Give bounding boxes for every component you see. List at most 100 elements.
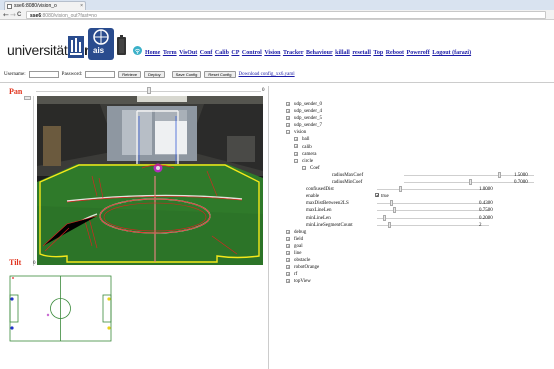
- save-config-button[interactable]: Save Config: [171, 71, 202, 78]
- menu-link[interactable]: VisOut: [179, 50, 197, 56]
- tilt-slider[interactable]: [33, 96, 34, 266]
- tree-node-label: udp_sender_5: [294, 116, 323, 122]
- back-arrow-icon[interactable]: ←: [3, 11, 9, 19]
- param-slider-thumb[interactable]: [392, 207, 396, 214]
- tree-node[interactable]: + goal: [286, 243, 548, 250]
- pan-label: Pan: [9, 87, 23, 96]
- param-slider[interactable]: [377, 186, 489, 193]
- param-slider[interactable]: [377, 200, 489, 207]
- field-map[interactable]: [7, 273, 119, 345]
- close-tab-icon[interactable]: ×: [80, 3, 83, 9]
- menu-link[interactable]: Tracker: [283, 50, 304, 56]
- param-slider-thumb[interactable]: [469, 179, 472, 186]
- tree-node[interactable]: + robotOrange: [286, 264, 548, 271]
- reload-icon[interactable]: C: [17, 11, 21, 19]
- config-param-row: maxDistBetween2LS 0.4300: [286, 200, 548, 207]
- tree-node[interactable]: + udp_sender_4: [286, 108, 548, 115]
- deploy-button[interactable]: Deploy: [144, 71, 165, 78]
- url-field[interactable]: sse6:8080/vision_out?fast=no: [26, 11, 546, 19]
- expand-icon[interactable]: +: [286, 279, 290, 284]
- expand-icon[interactable]: +: [286, 257, 290, 262]
- menu-link[interactable]: Reboot: [386, 50, 404, 56]
- pan-slider-thumb[interactable]: [146, 87, 151, 94]
- expand-icon[interactable]: +: [294, 137, 298, 142]
- tree-node[interactable]: + udp_sender_0: [286, 101, 548, 108]
- expand-icon[interactable]: +: [294, 144, 298, 149]
- password-input[interactable]: [85, 71, 116, 78]
- tree-node[interactable]: + rf: [286, 271, 548, 278]
- username-label: Username:: [4, 72, 26, 77]
- expand-icon[interactable]: +: [286, 250, 290, 255]
- menu-link[interactable]: Top: [373, 50, 383, 56]
- forward-arrow-icon[interactable]: →: [10, 11, 16, 19]
- tree-node[interactable]: + ball: [286, 136, 548, 143]
- param-slider[interactable]: [377, 214, 489, 221]
- config-param-row: radiusMaxCoef 1.5000: [286, 171, 548, 179]
- menu-link[interactable]: Home: [145, 50, 160, 56]
- tree-node[interactable]: − circle: [286, 158, 548, 165]
- tree-node[interactable]: + debug: [286, 229, 548, 236]
- tree-node[interactable]: + camera: [286, 151, 548, 158]
- menu-link[interactable]: killall: [335, 50, 350, 56]
- menu-link[interactable]: Term: [163, 50, 177, 56]
- tree-node[interactable]: + topView: [286, 278, 548, 285]
- menu-link[interactable]: Vision: [264, 50, 280, 56]
- param-slider-thumb[interactable]: [399, 186, 403, 193]
- param-slider-thumb[interactable]: [388, 221, 392, 228]
- expand-icon[interactable]: +: [294, 151, 298, 156]
- expand-icon[interactable]: +: [286, 116, 290, 121]
- param-slider-thumb[interactable]: [390, 200, 394, 207]
- collapse-icon[interactable]: −: [294, 158, 298, 163]
- page-favicon-icon: [7, 4, 12, 9]
- browser-tab[interactable]: sse6:8080/vision_o ×: [4, 1, 86, 10]
- ais-logo: ais: [88, 28, 114, 60]
- tree-node[interactable]: + field: [286, 236, 548, 243]
- tree-node-label: udp_sender_0: [294, 102, 323, 107]
- menu-link[interactable]: Poweroff: [407, 50, 430, 56]
- menu-link[interactable]: Calib: [215, 50, 229, 56]
- config-param-row: enable ✔ true: [286, 193, 548, 200]
- param-slider-thumb[interactable]: [497, 171, 501, 178]
- collapse-icon[interactable]: −: [302, 165, 306, 170]
- expand-icon[interactable]: +: [286, 272, 290, 277]
- expand-icon[interactable]: +: [286, 229, 290, 234]
- param-slider[interactable]: [377, 221, 489, 228]
- collapse-icon[interactable]: −: [286, 130, 290, 135]
- enable-checkbox[interactable]: ✔: [375, 193, 379, 198]
- menu-link[interactable]: CP: [231, 50, 239, 56]
- tree-node[interactable]: + udp_sender_7: [286, 122, 548, 129]
- menu-link[interactable]: Behaviour: [306, 50, 333, 56]
- menu-link[interactable]: resetall: [352, 50, 371, 56]
- camera-view[interactable]: [37, 96, 263, 265]
- expand-icon[interactable]: +: [286, 265, 290, 270]
- tree-node-label: topView: [294, 279, 311, 285]
- tree-node[interactable]: + obstacle: [286, 257, 548, 264]
- param-label: confiusedDist: [306, 187, 334, 193]
- tree-node-label: goal: [294, 243, 303, 249]
- config-param-row: maxLineLen 0.7500: [286, 207, 548, 214]
- menu-link[interactable]: Control: [242, 50, 262, 56]
- tree-node-label: robotOrange: [294, 265, 320, 271]
- tilt-slider-thumb[interactable]: [24, 96, 31, 100]
- menu-link[interactable]: Conf: [200, 50, 213, 56]
- retrieve-button[interactable]: Retrieve: [118, 71, 142, 78]
- reset-config-button[interactable]: Reset Config: [204, 71, 236, 78]
- tree-node[interactable]: + udp_sender_5: [286, 115, 548, 122]
- expand-icon[interactable]: +: [286, 101, 290, 106]
- expand-icon[interactable]: +: [286, 243, 290, 248]
- menu-link[interactable]: Logout (farazi): [432, 50, 471, 56]
- param-slider[interactable]: [377, 207, 489, 214]
- expand-icon[interactable]: +: [286, 236, 290, 241]
- tree-node-label: calib: [302, 144, 312, 150]
- param-value: 1.5000: [514, 172, 528, 178]
- tree-node[interactable]: + calib: [286, 144, 548, 151]
- download-config-link[interactable]: Download config_xx6.yaml: [239, 72, 295, 77]
- expand-icon[interactable]: +: [286, 123, 290, 128]
- param-slider-thumb[interactable]: [382, 214, 386, 221]
- tree-node[interactable]: + line: [286, 250, 548, 257]
- tree-node[interactable]: − Coef: [286, 165, 548, 172]
- header-divider: [0, 82, 554, 83]
- tree-node[interactable]: − vision: [286, 129, 548, 136]
- expand-icon[interactable]: +: [286, 108, 290, 113]
- username-input[interactable]: [28, 71, 59, 78]
